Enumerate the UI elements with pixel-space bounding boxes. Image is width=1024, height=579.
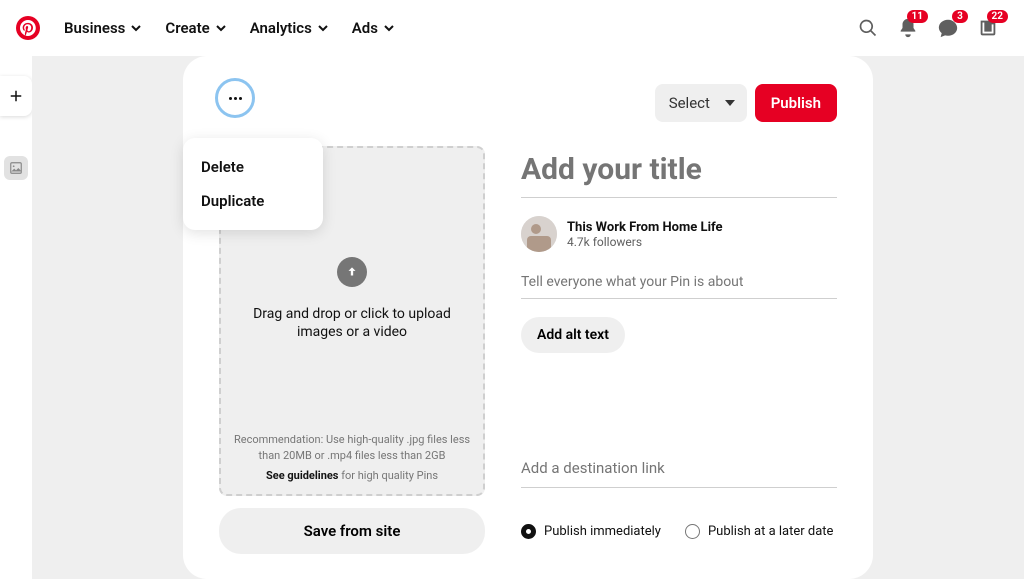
left-rail xyxy=(0,56,32,579)
upload-instruction: Drag and drop or click to upload images … xyxy=(245,305,459,341)
radio-selected-icon xyxy=(521,524,536,539)
top-nav: Business Create Analytics Ads 11 3 22 xyxy=(0,0,1024,56)
radio-publish-later[interactable]: Publish at a later date xyxy=(685,524,834,539)
avatar[interactable] xyxy=(521,216,557,252)
author-row: This Work From Home Life 4.7k followers xyxy=(521,216,837,252)
more-options-menu: Delete Duplicate xyxy=(183,138,323,230)
bell-icon[interactable]: 11 xyxy=(888,8,928,48)
upload-arrow-icon xyxy=(337,257,367,287)
author-name: This Work From Home Life xyxy=(567,220,723,235)
radio-publish-now[interactable]: Publish immediately xyxy=(521,524,661,539)
chevron-down-icon xyxy=(216,23,226,33)
radio-unselected-icon xyxy=(685,524,700,539)
news-badge: 22 xyxy=(987,10,1008,23)
title-input[interactable] xyxy=(521,146,837,198)
chat-badge: 3 xyxy=(952,10,968,23)
publish-button[interactable]: Publish xyxy=(755,84,837,122)
board-select[interactable]: Select xyxy=(655,84,747,122)
main-area: Delete Duplicate Select Publish xyxy=(32,56,1024,579)
nav-ads[interactable]: Ads xyxy=(340,11,406,45)
destination-link-input[interactable] xyxy=(521,453,837,488)
chevron-down-icon xyxy=(131,23,141,33)
add-alt-text-button[interactable]: Add alt text xyxy=(521,317,625,353)
description-input[interactable] xyxy=(521,270,837,299)
news-icon[interactable]: 22 xyxy=(968,8,1008,48)
pinterest-logo[interactable] xyxy=(16,16,40,40)
more-options-button[interactable] xyxy=(215,78,255,118)
see-guidelines[interactable]: See guidelines for high quality Pins xyxy=(266,469,438,482)
upload-hint: Recommendation: Use high-quality .jpg fi… xyxy=(233,432,471,463)
add-pin-button[interactable] xyxy=(0,76,32,116)
chevron-down-icon xyxy=(384,23,394,33)
bell-badge: 11 xyxy=(907,10,928,23)
nav-business[interactable]: Business xyxy=(52,11,153,45)
menu-delete[interactable]: Delete xyxy=(183,150,323,184)
author-followers: 4.7k followers xyxy=(567,235,723,249)
nav-create[interactable]: Create xyxy=(153,11,237,45)
menu-duplicate[interactable]: Duplicate xyxy=(183,184,323,218)
pin-editor-card: Delete Duplicate Select Publish xyxy=(183,56,873,579)
chevron-down-icon xyxy=(318,23,328,33)
card-top-row: Delete Duplicate Select Publish xyxy=(219,84,837,122)
nav-analytics[interactable]: Analytics xyxy=(238,11,340,45)
form-column: This Work From Home Life 4.7k followers … xyxy=(521,146,837,554)
draft-thumbnail[interactable] xyxy=(4,156,28,180)
search-icon[interactable] xyxy=(848,8,888,48)
save-from-site-button[interactable]: Save from site xyxy=(219,508,485,554)
publish-timing-row: Publish immediately Publish at a later d… xyxy=(521,524,837,539)
chat-icon[interactable]: 3 xyxy=(928,8,968,48)
dots-icon xyxy=(229,97,242,100)
